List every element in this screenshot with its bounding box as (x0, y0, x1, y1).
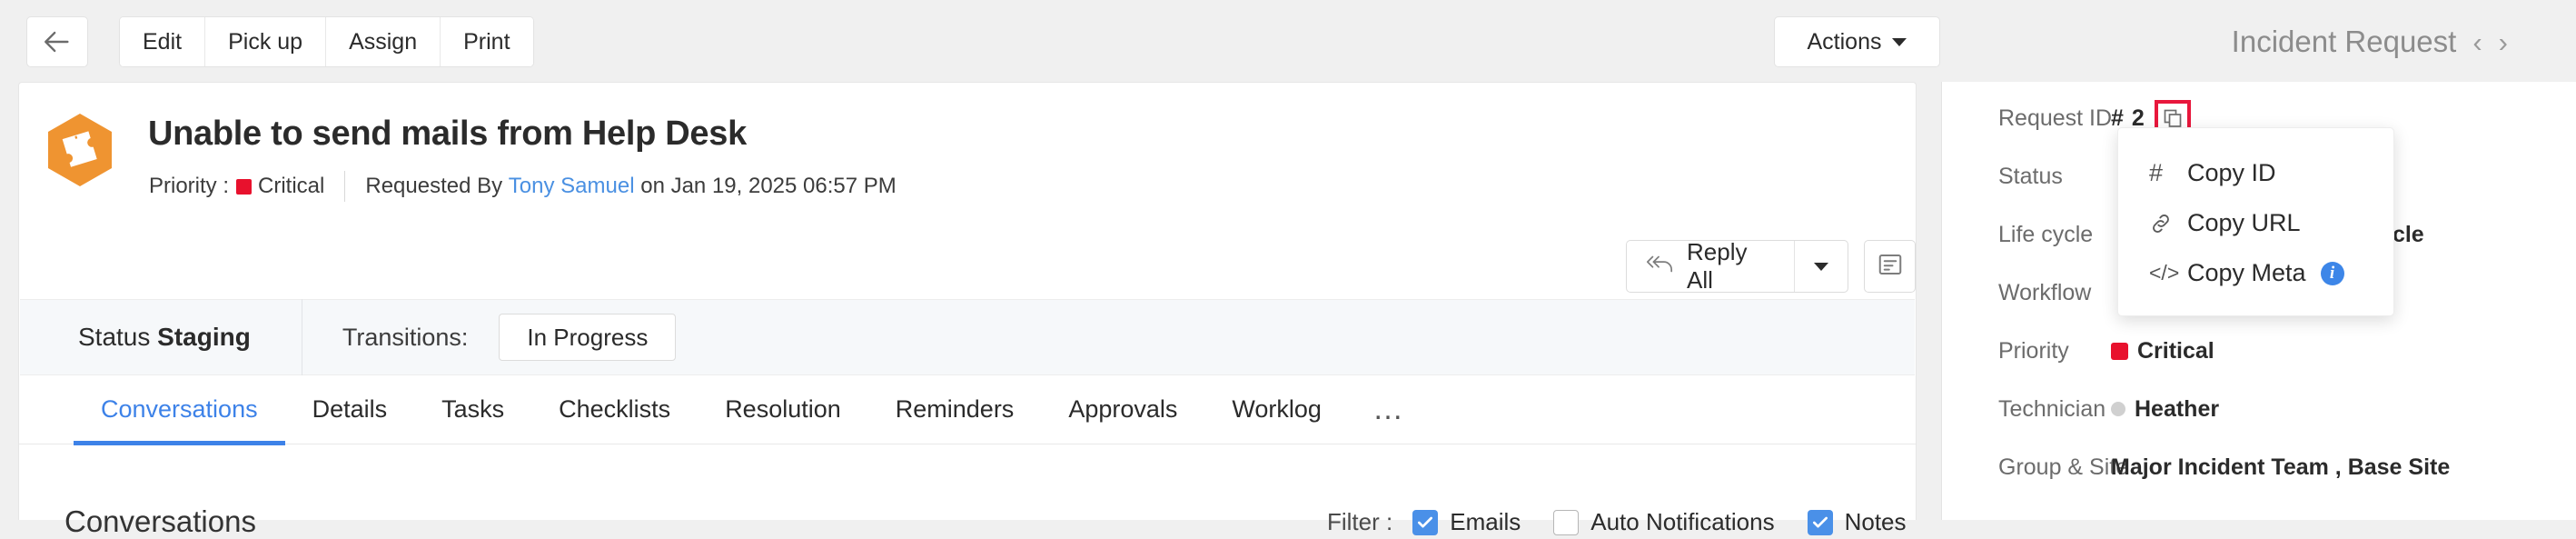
label-status: Status (1942, 164, 2111, 190)
label-priority: Priority (1942, 338, 2111, 364)
conversations-heading: Conversations (64, 504, 256, 539)
checkbox-auto-notifications[interactable] (1553, 510, 1579, 535)
tab-conversations[interactable]: Conversations (74, 375, 285, 444)
link-icon (2149, 212, 2187, 235)
label-group-site: Group & Site (1942, 454, 2111, 481)
action-button-group: Edit Pick up Assign Print (119, 16, 534, 67)
value-priority-group: Critical (2111, 338, 2214, 364)
request-properties-panel: Request ID # 2 Status Life cycle Cycle W… (1941, 82, 2576, 520)
value-priority: Critical (2137, 338, 2214, 364)
reply-all-label: Reply All (1687, 240, 1774, 293)
status-staging-text: Status Staging (20, 323, 251, 352)
orange-hexagon-ticket-icon (46, 113, 114, 187)
menu-item-copy-url[interactable]: Copy URL (2118, 198, 2393, 248)
top-toolbar: Edit Pick up Assign Print Actions Incide… (0, 0, 2576, 82)
value-technician: Heather (2135, 396, 2219, 423)
property-row-technician: Technician Heather (1942, 393, 2576, 425)
request-title: Unable to send mails from Help Desk (148, 115, 747, 154)
add-note-button[interactable] (1864, 240, 1916, 293)
actions-dropdown-button[interactable]: Actions (1774, 16, 1940, 67)
next-record-icon[interactable]: › (2499, 28, 2508, 56)
add-note-icon (1877, 251, 1904, 283)
tab-more-icon[interactable]: … (1349, 375, 1429, 444)
status-value: Staging (157, 323, 251, 351)
checkbox-emails[interactable] (1412, 510, 1438, 535)
requester-link[interactable]: Tony Samuel (509, 174, 635, 199)
menu-label-copy-id: Copy ID (2187, 159, 2276, 187)
filter-label-auto-notifications[interactable]: Auto Notifications (1590, 508, 1774, 536)
requested-on: on Jan 19, 2025 06:57 PM (640, 174, 897, 199)
tab-details[interactable]: Details (285, 375, 415, 444)
arrow-left-icon (42, 26, 73, 57)
property-row-group-site: Group & Site Major Incident Team , Base … (1942, 451, 2576, 484)
priority-label: Priority : (149, 174, 229, 199)
filter-label-emails[interactable]: Emails (1450, 508, 1521, 536)
tab-reminders[interactable]: Reminders (868, 375, 1042, 444)
status-prefix: Status (78, 323, 150, 351)
label-technician: Technician (1942, 396, 2111, 423)
priority-color-chip (2111, 343, 2128, 360)
hash-icon: # (2149, 159, 2187, 187)
print-button[interactable]: Print (441, 17, 532, 66)
info-icon[interactable]: i (2321, 262, 2344, 285)
reply-all-icon (1645, 253, 1674, 281)
reply-options-button[interactable] (1795, 241, 1848, 292)
filter-label: Filter : (1327, 508, 1392, 536)
code-icon: </> (2149, 261, 2187, 285)
transition-in-progress-button[interactable]: In Progress (499, 314, 676, 361)
prev-record-icon[interactable]: ‹ (2472, 28, 2482, 56)
request-detail-card: Unable to send mails from Help Desk Prio… (18, 82, 1917, 520)
tab-tasks[interactable]: Tasks (414, 375, 531, 444)
pick-up-button[interactable]: Pick up (205, 17, 326, 66)
tab-checklists[interactable]: Checklists (531, 375, 698, 444)
requested-by-label: Requested By (365, 174, 502, 199)
tab-worklog[interactable]: Worklog (1204, 375, 1349, 444)
label-workflow: Workflow (1942, 280, 2111, 306)
menu-item-copy-id[interactable]: # Copy ID (2118, 148, 2393, 198)
checkbox-notes[interactable] (1808, 510, 1833, 535)
menu-label-copy-url: Copy URL (2187, 209, 2301, 237)
tab-resolution[interactable]: Resolution (698, 375, 868, 444)
back-button[interactable] (26, 16, 88, 67)
label-life-cycle: Life cycle (1942, 222, 2111, 248)
priority-color-chip (236, 179, 252, 195)
avatar (2111, 402, 2125, 416)
value-technician-group: Heather (2111, 396, 2219, 423)
detail-tabs: Conversations Details Tasks Checklists R… (19, 375, 1916, 444)
filter-label-notes[interactable]: Notes (1845, 508, 1907, 536)
priority-value: Critical (258, 174, 324, 199)
chevron-down-icon (1892, 38, 1907, 46)
page-title: Incident Request (2232, 25, 2457, 59)
reply-controls: Reply All (1626, 240, 1916, 293)
request-meta: Priority : Critical Requested By Tony Sa… (149, 171, 897, 202)
menu-label-copy-meta: Copy Meta (2187, 259, 2306, 287)
transitions-label: Transitions: (342, 324, 469, 352)
module-title-group: Incident Request ‹ › (2232, 16, 2508, 67)
menu-item-copy-meta[interactable]: </> Copy Meta i (2118, 248, 2393, 298)
label-request-id: Request ID (1942, 105, 2111, 132)
assign-button[interactable]: Assign (326, 17, 441, 66)
reply-all-button[interactable]: Reply All (1626, 240, 1848, 293)
property-row-priority: Priority Critical (1942, 334, 2576, 367)
tab-approvals[interactable]: Approvals (1041, 375, 1204, 444)
value-group-site: Major Incident Team , Base Site (2111, 454, 2450, 481)
status-staging-bar: Status Staging Transitions: In Progress (20, 299, 1915, 375)
edit-button[interactable]: Edit (120, 17, 205, 66)
actions-label: Actions (1808, 29, 1882, 55)
meta-divider (344, 171, 345, 202)
chevron-down-icon (1814, 263, 1828, 271)
copy-options-dropdown: # Copy ID Copy URL </> Copy Meta i (2117, 127, 2394, 316)
conversation-filters: Filter : Emails Auto Notifications Notes (1327, 508, 1907, 536)
